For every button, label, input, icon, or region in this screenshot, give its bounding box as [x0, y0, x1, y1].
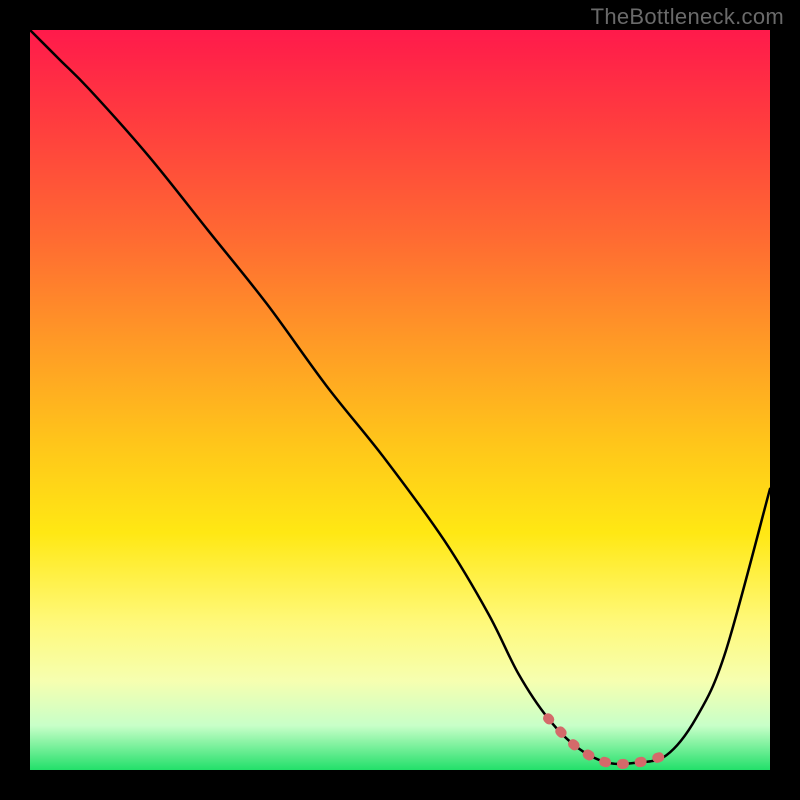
attribution-label: TheBottleneck.com: [591, 4, 784, 30]
curve-path: [30, 30, 770, 764]
chart-plot-area: [30, 30, 770, 770]
bottleneck-curve: [30, 30, 770, 770]
highlight-path: [548, 718, 666, 764]
